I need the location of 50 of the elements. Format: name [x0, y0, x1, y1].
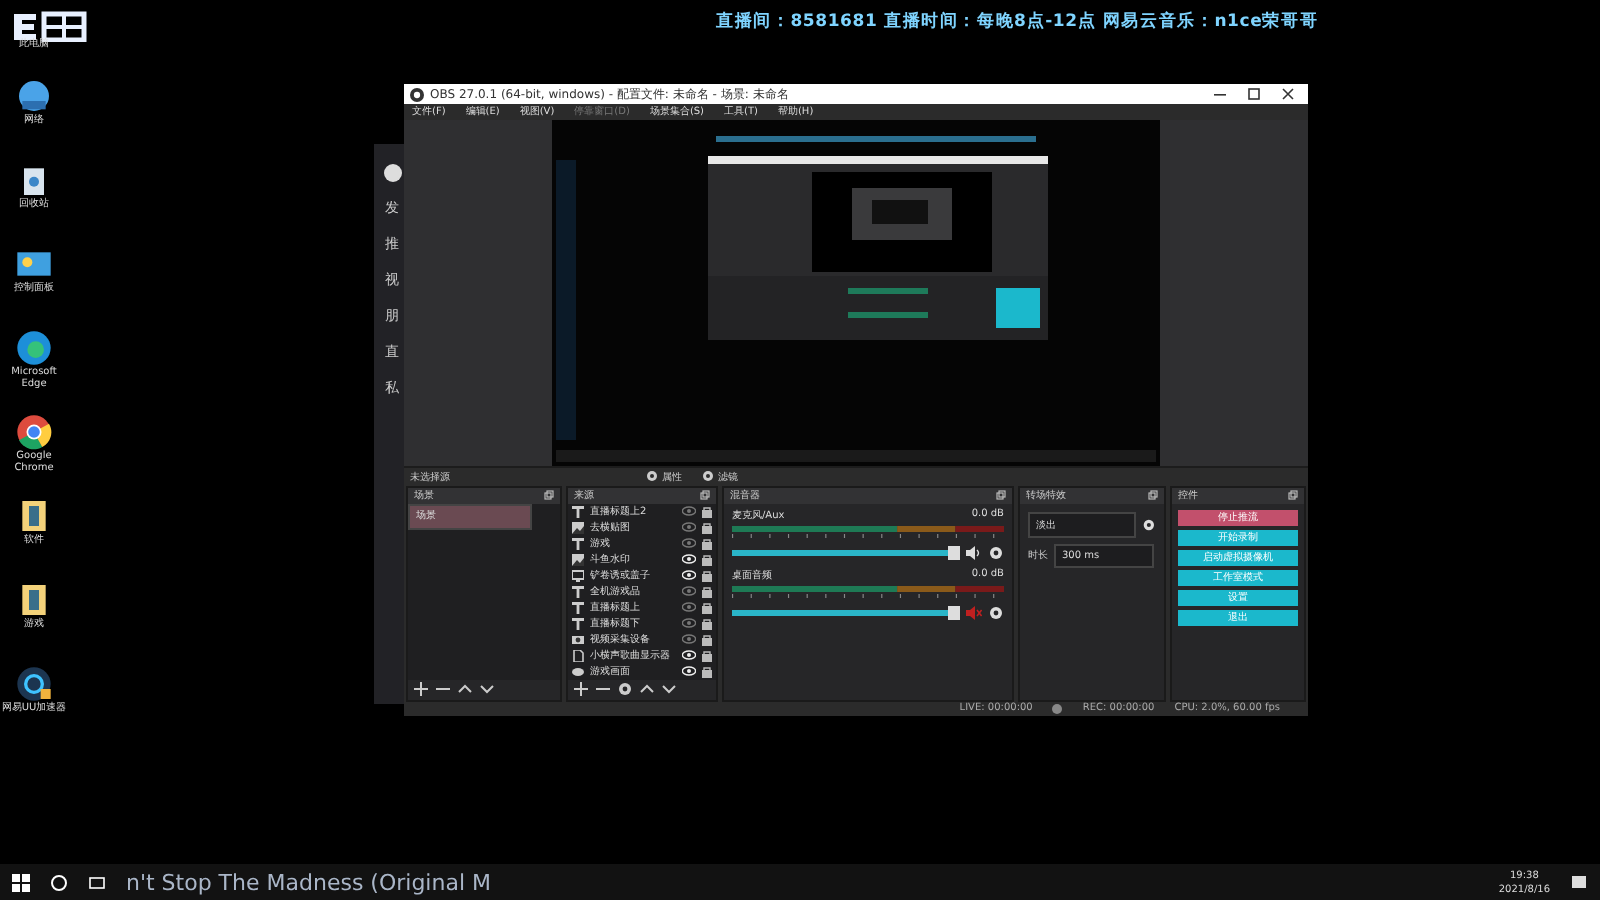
lock-icon[interactable] — [702, 601, 712, 613]
search-icon[interactable] — [50, 873, 68, 891]
settings-icon[interactable] — [1142, 517, 1156, 531]
remove-icon[interactable] — [436, 682, 450, 696]
app-logo-icon — [383, 164, 401, 182]
source-type-icon — [572, 633, 584, 645]
source-type-icon — [572, 553, 584, 565]
move-down-icon[interactable] — [480, 682, 494, 696]
settings-icon[interactable] — [988, 545, 1004, 559]
lock-icon[interactable] — [702, 633, 712, 645]
undock-icon[interactable] — [700, 490, 710, 500]
windows-start-icon[interactable] — [12, 873, 30, 891]
stream-info-text: 直播间：8581681 直播时间：每晚8点-12点 网易云音乐：n1ce荣哥哥 — [716, 10, 1319, 34]
record-dot-icon — [1052, 703, 1063, 714]
source-type-icon — [572, 569, 584, 581]
source-type-icon — [572, 537, 584, 549]
undock-icon[interactable] — [1148, 490, 1158, 500]
speaker-icon[interactable] — [966, 545, 982, 559]
undock-icon[interactable] — [996, 490, 1006, 500]
move-up-icon[interactable] — [640, 682, 654, 696]
lock-icon[interactable] — [702, 585, 712, 597]
lock-icon[interactable] — [702, 649, 712, 661]
lock-icon[interactable] — [702, 505, 712, 517]
volume-slider[interactable] — [732, 609, 960, 615]
remove-icon[interactable] — [596, 682, 610, 696]
settings-icon[interactable] — [618, 682, 632, 696]
lock-icon[interactable] — [702, 665, 712, 677]
notification-icon[interactable] — [1570, 873, 1588, 891]
task-view-icon[interactable] — [88, 873, 106, 891]
media-title: n't Stop The Madness (Original M — [126, 869, 493, 895]
source-type-icon — [572, 521, 584, 533]
edge-icon[interactable] — [14, 328, 54, 368]
lock-icon[interactable] — [702, 569, 712, 581]
settings-icon[interactable] — [988, 605, 1004, 619]
move-up-icon[interactable] — [458, 682, 472, 696]
lock-icon[interactable] — [702, 521, 712, 533]
lock-icon[interactable] — [702, 537, 712, 549]
lock-icon[interactable] — [702, 553, 712, 565]
uu-icon[interactable] — [14, 664, 54, 704]
add-icon[interactable] — [414, 682, 428, 696]
source-type-icon — [572, 505, 584, 517]
move-down-icon[interactable] — [662, 682, 676, 696]
network-icon[interactable] — [14, 76, 54, 116]
add-icon[interactable] — [574, 682, 588, 696]
undock-icon[interactable] — [544, 490, 554, 500]
undock-icon[interactable] — [1288, 490, 1298, 500]
lock-icon[interactable] — [702, 617, 712, 629]
volume-slider[interactable] — [732, 549, 960, 555]
muted-speaker-icon[interactable] — [966, 605, 982, 619]
chrome-icon[interactable] — [14, 412, 54, 452]
